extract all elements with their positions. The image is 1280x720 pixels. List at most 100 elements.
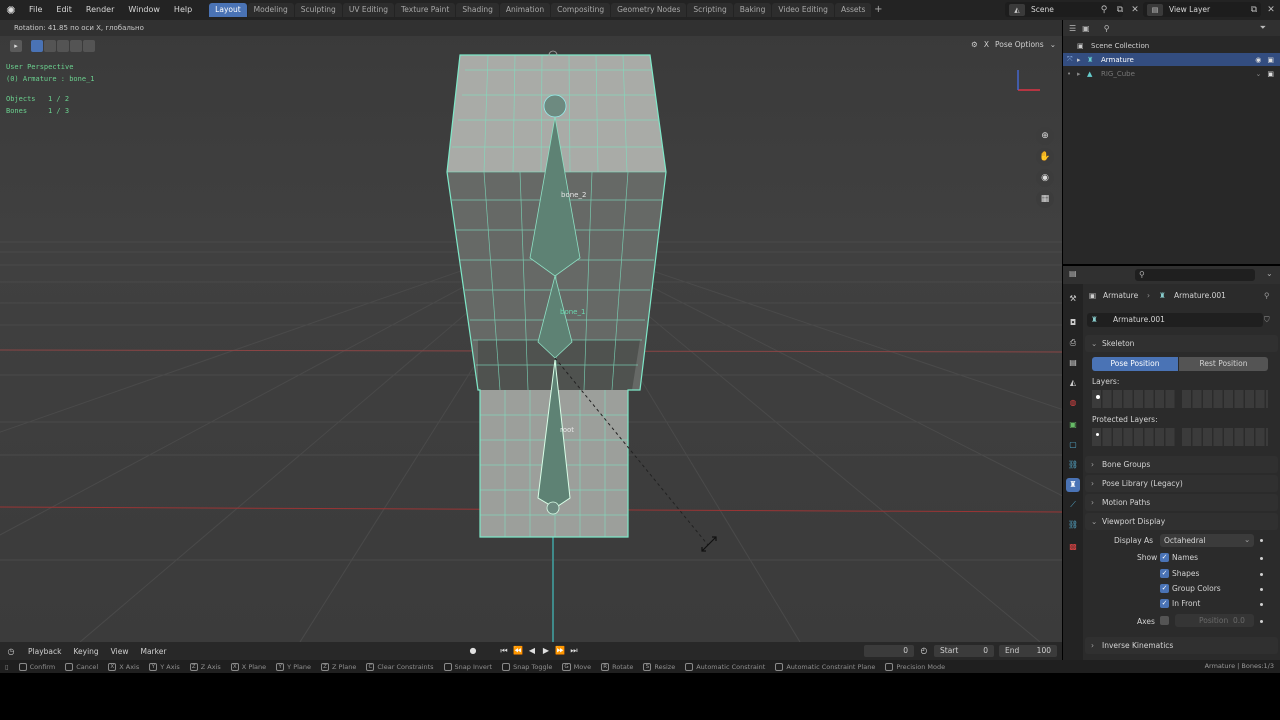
render-camera-icon[interactable]: ▣ [1267,70,1274,78]
expand-arrow-icon[interactable]: ▸ [1077,70,1087,78]
in-front-checkbox[interactable]: ✓ [1160,599,1169,608]
object-tab-icon[interactable]: ▢ [1066,438,1080,452]
tab-sculpting[interactable]: Sculpting [294,3,342,17]
properties-editor-icon[interactable]: ▤ [1069,269,1077,278]
keyframe-dot[interactable] [1260,603,1263,606]
menu-render[interactable]: Render [79,0,121,20]
outliner-editor-icon[interactable]: ☰ [1069,24,1076,33]
new-view-layer-icon[interactable]: ⧉ [1247,3,1261,17]
tab-geometry-nodes[interactable]: Geometry Nodes [611,3,687,17]
pose-library-panel-header[interactable]: › Pose Library (Legacy) [1085,475,1278,492]
pose-mode-icon[interactable]: ⤧ [1067,55,1077,64]
texture-tab-icon[interactable]: ▩ [1066,540,1080,554]
outliner-scene-collection[interactable]: ▣ Scene Collection [1063,39,1280,52]
select-mode-intersect-icon[interactable] [83,40,95,52]
tab-scripting[interactable]: Scripting [687,3,733,17]
camera-view-icon[interactable]: ◉ [1036,169,1054,187]
transform-options-icon[interactable]: ⚙ [971,40,978,49]
tab-layout[interactable]: Layout [209,3,247,17]
blender-logo-icon[interactable]: ✺ [0,0,22,20]
keyframe-dot[interactable] [1260,557,1263,560]
keyframe-dot[interactable] [1260,588,1263,591]
properties-search-input[interactable]: ⚲ [1135,269,1255,281]
end-frame-field[interactable]: End 100 [999,645,1057,657]
tab-video-editing[interactable]: Video Editing [772,3,834,17]
constraints-tab-icon[interactable]: ⛓ [1066,458,1080,472]
start-frame-field[interactable]: Start 0 [934,645,994,657]
menu-file[interactable]: File [22,0,49,20]
layers-grid-right[interactable] [1182,390,1268,408]
fake-user-shield-icon[interactable]: ⛉ [1264,315,1270,325]
inverse-kinematics-panel-header[interactable]: › Inverse Kinematics [1085,637,1278,654]
display-mode-icon[interactable]: ▣ [1082,24,1090,33]
next-keyframe-icon[interactable]: ⏩ [554,645,566,657]
perspective-toggle-icon[interactable]: ▦ [1036,190,1054,208]
menu-window[interactable]: Window [121,0,167,20]
pose-position-button[interactable]: Pose Position [1092,357,1178,371]
view-menu[interactable]: View [105,647,135,656]
select-mode-invert-icon[interactable] [70,40,82,52]
visibility-hidden-icon[interactable]: ⌄ [1256,70,1262,78]
preview-range-icon[interactable]: ◴ [918,645,930,657]
x-mirror-icon[interactable]: X [984,40,989,49]
render-camera-icon[interactable]: ▣ [1267,56,1274,64]
tab-texture-paint[interactable]: Texture Paint [394,3,456,17]
view-layer-selector[interactable]: ▤ View Layer [1143,2,1261,17]
current-frame-field[interactable]: 0 [864,645,914,657]
filter-icon[interactable]: ⏷ [1260,23,1266,33]
render-tab-icon[interactable]: ◘ [1066,316,1080,330]
motion-paths-panel-header[interactable]: › Motion Paths [1085,494,1278,511]
tab-shading[interactable]: Shading [456,3,499,17]
viewport-display-panel-header[interactable]: ⌄ Viewport Display [1085,513,1278,530]
datablock-field[interactable]: ♜ Armature.001 [1087,313,1263,327]
outliner-row-armature[interactable]: ⤧ ▸ ♜ Armature ◉ ▣ [1063,53,1280,66]
bone-tab-icon[interactable]: ⟋ [1066,498,1080,512]
delete-view-layer-icon[interactable]: ✕ [1264,3,1278,17]
expand-arrow-icon[interactable]: ▸ [1077,56,1087,64]
protected-layers-grid-right[interactable] [1182,428,1268,446]
jump-start-icon[interactable]: ⏮ [498,645,510,657]
skeleton-panel-header[interactable]: ⌄ Skeleton [1085,335,1278,352]
play-reverse-icon[interactable]: ◀ [526,645,538,657]
play-icon[interactable]: ▶ [540,645,552,657]
shapes-checkbox[interactable]: ✓ [1160,569,1169,578]
prev-keyframe-icon[interactable]: ⏪ [512,645,524,657]
pose-options-menu[interactable]: ⚙ X Pose Options ⌄ [971,40,1056,49]
select-mode-extend-icon[interactable] [44,40,56,52]
axes-position-field[interactable]: Position 0.0 [1175,614,1254,627]
menu-edit[interactable]: Edit [49,0,79,20]
bone-constraints-tab-icon[interactable]: ⛓ [1066,518,1080,532]
zoom-icon[interactable]: ⊕ [1036,127,1054,145]
pin-icon[interactable]: ⚲ [1097,3,1111,17]
keyframe-dot[interactable] [1260,620,1263,623]
tab-assets[interactable]: Assets [834,3,872,17]
collection-tab-icon[interactable]: ▣ [1066,418,1080,432]
rest-position-button[interactable]: Rest Position [1179,357,1268,371]
axes-checkbox[interactable] [1160,616,1169,625]
search-icon[interactable]: ⚲ [1104,24,1110,33]
output-tab-icon[interactable]: ⎙ [1066,336,1080,350]
tab-compositing[interactable]: Compositing [551,3,611,17]
bone-groups-panel-header[interactable]: › Bone Groups [1085,456,1278,473]
record-icon[interactable]: ● [467,645,479,657]
marker-menu[interactable]: Marker [134,647,172,656]
playback-menu[interactable]: Playback [22,647,67,656]
world-tab-icon[interactable]: ◍ [1066,396,1080,410]
keying-menu[interactable]: Keying [67,647,104,656]
armature-data-tab-icon[interactable]: ♜ [1066,478,1080,492]
view-layer-tab-icon[interactable]: ▤ [1066,356,1080,370]
menu-help[interactable]: Help [167,0,199,20]
keyframe-dot[interactable] [1260,539,1263,542]
tab-animation[interactable]: Animation [499,3,551,17]
3d-viewport[interactable]: bone_2 bone_1 root Rotation: 41.85 по ос… [0,20,1062,642]
new-scene-icon[interactable]: ⧉ [1113,3,1127,17]
pan-hand-icon[interactable]: ✋ [1036,148,1054,166]
scene-tab-icon[interactable]: ◭ [1066,376,1080,390]
names-checkbox[interactable]: ✓ [1160,553,1169,562]
select-mode-new-icon[interactable] [31,40,43,52]
outliner-row-rig-cube[interactable]: • ▸ ▲ RIG_Cube ⌄ ▣ [1063,67,1280,80]
select-tool-icon[interactable]: ▸ [10,40,22,52]
display-as-dropdown[interactable]: Octahedral ⌄ [1160,534,1254,547]
tab-uv-editing[interactable]: UV Editing [342,3,394,17]
delete-scene-icon[interactable]: ✕ [1128,3,1142,17]
